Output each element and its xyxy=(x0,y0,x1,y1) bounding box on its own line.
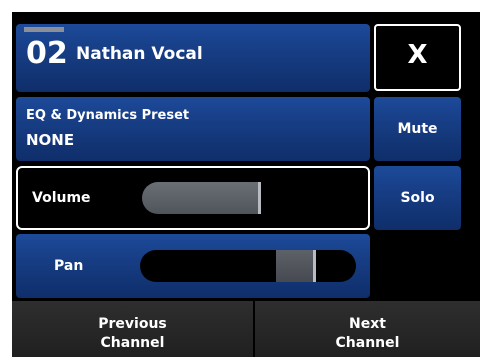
close-icon: X xyxy=(407,40,428,70)
eq-preset-value: NONE xyxy=(26,131,75,149)
volume-level-fill xyxy=(142,182,261,214)
volume-label: Volume xyxy=(32,190,91,206)
eq-dynamics-preset-button[interactable]: EQ & Dynamics Preset NONE xyxy=(16,97,370,161)
next-channel-button[interactable]: Next Channel xyxy=(255,301,480,357)
solo-button[interactable]: Solo xyxy=(374,166,461,230)
solo-label: Solo xyxy=(400,190,435,206)
volume-control[interactable]: Volume xyxy=(16,166,370,230)
channel-name-button[interactable]: 02 Nathan Vocal xyxy=(16,24,370,92)
mute-label: Mute xyxy=(397,121,438,137)
pan-slider-handle[interactable] xyxy=(276,250,316,282)
eq-preset-title: EQ & Dynamics Preset xyxy=(26,108,190,123)
pan-slider[interactable] xyxy=(140,250,356,282)
previous-channel-button[interactable]: Previous Channel xyxy=(12,301,253,357)
previous-channel-line2: Channel xyxy=(100,335,165,351)
channel-name: Nathan Vocal xyxy=(76,44,203,64)
pan-control[interactable]: Pan xyxy=(16,234,370,298)
previous-channel-label: Previous Channel xyxy=(12,315,253,353)
channel-number: 02 xyxy=(26,36,68,71)
volume-slider[interactable] xyxy=(142,182,358,214)
mute-button[interactable]: Mute xyxy=(374,97,461,161)
next-channel-line1: Next xyxy=(349,316,386,332)
close-button[interactable]: X xyxy=(374,24,461,91)
previous-channel-line1: Previous xyxy=(98,316,167,332)
pan-label: Pan xyxy=(54,258,84,274)
next-channel-label: Next Channel xyxy=(255,315,480,353)
channel-edit-screen: 02 Nathan Vocal X EQ & Dynamics Preset N… xyxy=(12,12,480,357)
volume-slider-handle[interactable] xyxy=(258,182,261,214)
pan-center-marker xyxy=(313,250,316,282)
next-channel-line2: Channel xyxy=(335,335,400,351)
channel-indicator-bar xyxy=(24,27,64,32)
